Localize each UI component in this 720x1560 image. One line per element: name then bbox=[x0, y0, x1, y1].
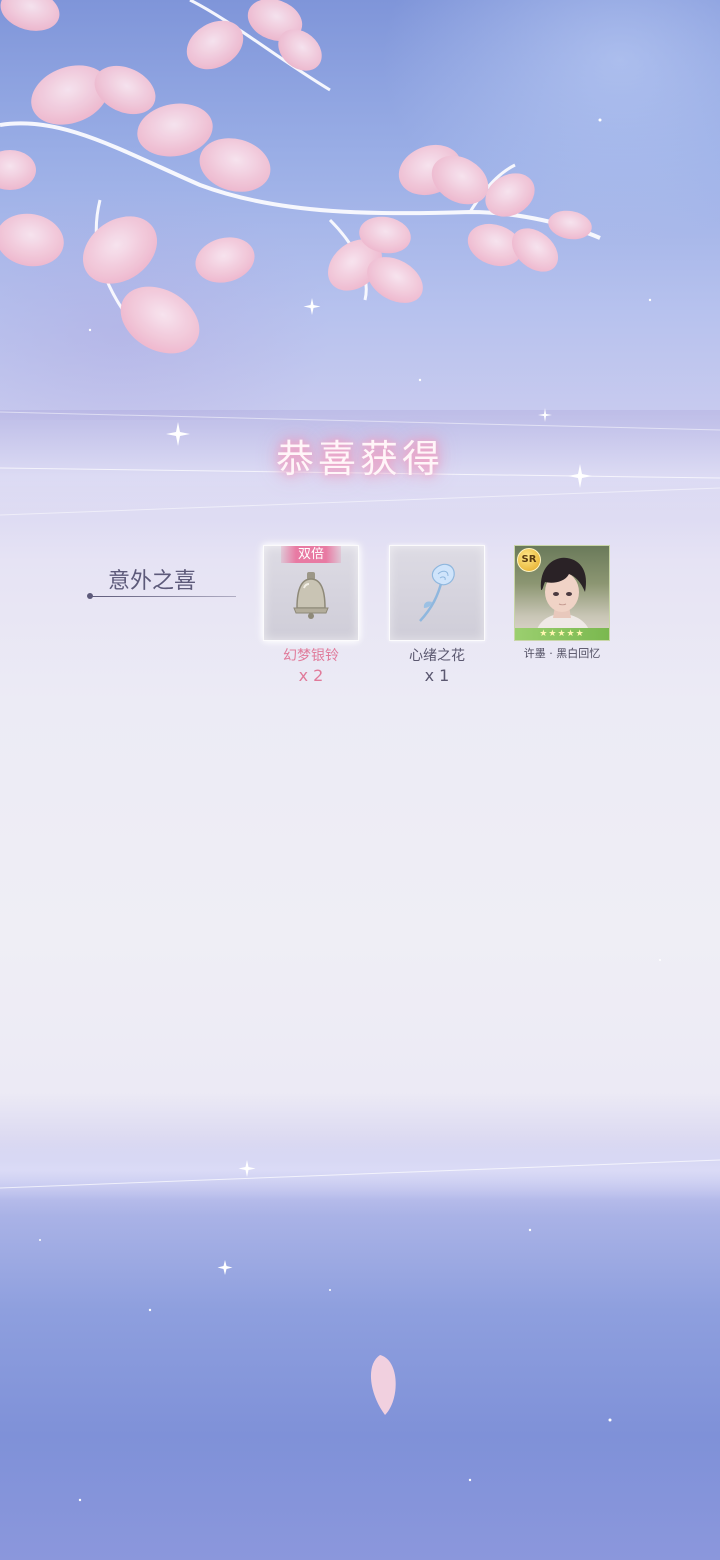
star-rating: ★★★★★ bbox=[515, 628, 609, 640]
blossom-branch-decoration bbox=[0, 0, 720, 1502]
section-label: 意外之喜 bbox=[108, 569, 197, 594]
blue-rose-icon bbox=[419, 563, 455, 622]
double-badge: 双倍 bbox=[281, 546, 341, 563]
character-card[interactable]: SR ★★★★★ bbox=[514, 545, 610, 641]
reward-item-character-card[interactable]: SR ★★★★★ 许墨 · 黑白回忆 bbox=[514, 545, 610, 661]
reward-name: 幻梦银铃 bbox=[283, 648, 339, 664]
rarity-badge: SR bbox=[517, 548, 541, 572]
reward-card[interactable]: 双倍 bbox=[263, 545, 359, 641]
reward-name: 心绪之花 bbox=[409, 648, 465, 664]
section-divider bbox=[90, 596, 236, 597]
reward-card[interactable] bbox=[389, 545, 485, 641]
section-dot bbox=[87, 593, 93, 599]
page-title: 恭喜获得 bbox=[275, 437, 444, 481]
reward-quantity: x 1 bbox=[424, 666, 450, 685]
card-name: 许墨 · 黑白回忆 bbox=[523, 647, 601, 660]
reward-item-silver-bell[interactable]: 双倍 幻梦银铃 x 2 bbox=[263, 545, 359, 685]
reward-quantity: x 2 bbox=[298, 666, 324, 685]
reward-item-blue-rose[interactable]: 心绪之花 x 1 bbox=[389, 545, 485, 685]
